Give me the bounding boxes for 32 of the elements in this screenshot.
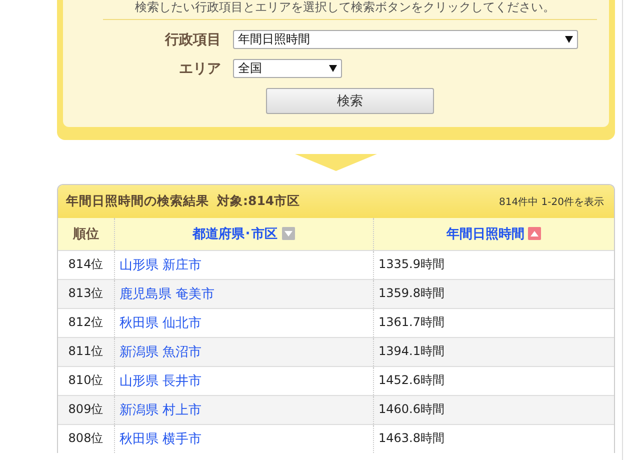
down-arrow-icon: [295, 154, 377, 171]
instruction-text: 検索したい行政項目とエリアを選択して検索ボタンをクリックしてください。: [134, 0, 556, 15]
caret-icon: [329, 65, 337, 72]
results-target: 対象:814市区: [217, 193, 300, 210]
city-link[interactable]: 秋田県 仙北市: [120, 316, 202, 330]
hours-cell: 1394.1時間: [373, 337, 614, 366]
city-link[interactable]: 鹿児島県 奄美市: [120, 286, 215, 302]
rank-cell: 809位: [58, 395, 114, 424]
field-label: 行政項目: [164, 30, 222, 48]
column-header: 順位: [58, 218, 114, 250]
hours-cell: 1359.8時間: [373, 279, 614, 308]
result-count: 814件中 1-20件を表示: [499, 196, 604, 208]
hours-cell: 1463.8時間: [373, 424, 614, 452]
city-link[interactable]: 新潟県 魚沼市: [120, 344, 202, 360]
column-header[interactable]: 年間日照時間: [373, 218, 614, 250]
caret-icon: [565, 36, 573, 43]
dropdown[interactable]: 年間日照時間: [233, 30, 578, 49]
rank-cell: 811位: [58, 337, 114, 366]
sort-up-icon[interactable]: [528, 226, 542, 240]
sort-down-icon[interactable]: [282, 226, 294, 240]
city-link[interactable]: 秋田県 横手市: [120, 432, 202, 446]
rank-cell: 813位: [58, 279, 114, 308]
field-label: エリア: [178, 60, 222, 78]
city-link[interactable]: 新潟県 村上市: [120, 402, 202, 418]
dropdown[interactable]: 全国: [233, 59, 342, 78]
search-button[interactable]: 検索: [266, 88, 434, 114]
results-title: 年間日照時間の検索結果: [66, 193, 209, 210]
city-link[interactable]: 山形県 新庄市: [120, 258, 202, 272]
hours-cell: 1460.6時間: [373, 395, 614, 424]
column-header[interactable]: 都道府県･市区: [114, 218, 373, 250]
rank-cell: 808位: [58, 424, 114, 452]
city-link[interactable]: 山形県 長井市: [120, 374, 202, 388]
